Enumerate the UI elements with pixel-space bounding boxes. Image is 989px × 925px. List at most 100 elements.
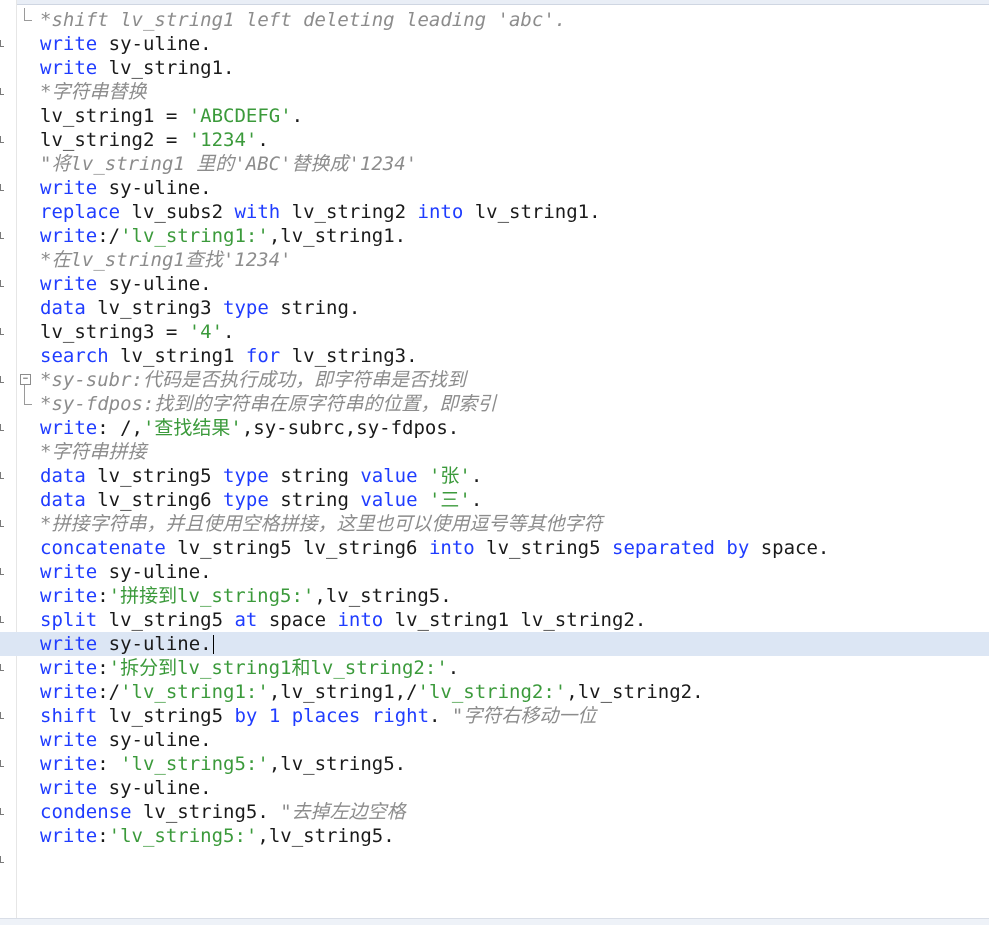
code-line[interactable]: data lv_string3 type string.: [40, 296, 989, 320]
code-line[interactable]: data lv_string5 type string value '张'.: [40, 464, 989, 488]
gutter-mark: [0, 568, 4, 575]
keyword-token: write: [40, 33, 98, 55]
keyword-token: write: [40, 825, 98, 847]
code-line[interactable]: write:/'lv_string1:',lv_string1,/'lv_str…: [40, 680, 989, 704]
keyword-token: write: [40, 777, 98, 799]
gutter-mark: [0, 760, 4, 767]
code-line[interactable]: lv_string2 = '1234'.: [40, 128, 989, 152]
code-token: lv_string6: [85, 489, 224, 511]
editor-top-border: [0, 0, 989, 5]
keyword-token: write: [40, 273, 98, 295]
comment-token: *字符串替换: [40, 81, 147, 103]
code-line[interactable]: *sy-subr:代码是否执行成功，即字符串是否找到: [40, 368, 989, 392]
keyword-token: value: [360, 465, 418, 487]
code-token: :: [97, 657, 109, 679]
code-line[interactable]: write:/'lv_string1:',lv_string1.: [40, 224, 989, 248]
string-token: 'lv_string5:': [120, 753, 269, 775]
code-token: string.: [268, 297, 361, 319]
code-line[interactable]: write: /,'查找结果',sy-subrc,sy-fdpos.: [40, 416, 989, 440]
comment-token: "去掉左边空格: [280, 801, 406, 823]
string-token: '1234': [188, 129, 258, 151]
code-line[interactable]: lv_string3 = '4'.: [40, 320, 989, 344]
code-line[interactable]: write:'拆分到lv_string1和lv_string2:'.: [40, 656, 989, 680]
code-token: string: [268, 465, 361, 487]
code-line[interactable]: search lv_string1 for lv_string3.: [40, 344, 989, 368]
keyword-token: write: [40, 561, 98, 583]
code-line[interactable]: write sy-uline.: [40, 176, 989, 200]
code-line[interactable]: data lv_string6 type string value '三'.: [40, 488, 989, 512]
fold-end-marker: [24, 20, 32, 21]
code-line[interactable]: *字符串拼接: [40, 440, 989, 464]
code-line[interactable]: write lv_string1.: [40, 56, 989, 80]
code-token: lv_string5: [97, 609, 235, 631]
code-line[interactable]: split lv_string5 at space into lv_string…: [40, 608, 989, 632]
fold-collapse-icon[interactable]: −: [20, 374, 31, 385]
code-token: :/: [97, 681, 121, 703]
code-line[interactable]: *拼接字符串，并且使用空格拼接，这里也可以使用逗号等其他字符: [40, 512, 989, 536]
gutter-mark: [0, 88, 4, 95]
editor-bottom-border: [0, 918, 989, 925]
code-token: lv_string5: [474, 537, 612, 559]
keyword-token: concatenate: [40, 537, 166, 559]
comment-token: "将lv_string1 里的'ABC'替换成'1234': [40, 153, 418, 175]
code-line[interactable]: *shift lv_string1 left deleting leading …: [40, 8, 989, 32]
code-token: .: [429, 705, 452, 727]
code-token: :/: [97, 225, 121, 247]
gutter-mark: [0, 808, 4, 815]
gutter-mark: [0, 856, 4, 863]
code-line[interactable]: concatenate lv_string5 lv_string6 into l…: [40, 536, 989, 560]
keyword-token: into: [417, 201, 464, 223]
code-line[interactable]: write sy-uline.: [40, 272, 989, 296]
code-line[interactable]: write: 'lv_string5:',lv_string5.: [40, 752, 989, 776]
code-token: lv_string1 lv_string2.: [383, 609, 647, 631]
code-line[interactable]: shift lv_string5 by 1 places right. "字符右…: [40, 704, 989, 728]
keyword-token: write: [40, 417, 98, 439]
code-token: .: [223, 321, 235, 343]
gutter-mark: [0, 328, 4, 335]
code-token: sy-uline.: [97, 177, 212, 199]
code-line[interactable]: *在lv_string1查找'1234': [40, 248, 989, 272]
string-token: 'ABCDEFG': [188, 105, 292, 127]
string-token: 'lv_string1:': [120, 681, 269, 703]
code-editor[interactable]: − *shift lv_string1 left deleting leadin…: [0, 0, 989, 925]
string-token: 'lv_string1:': [120, 225, 269, 247]
code-line[interactable]: condense lv_string5. "去掉左边空格: [40, 800, 989, 824]
keyword-token: value: [360, 489, 418, 511]
gutter-mark: [0, 424, 4, 431]
code-token: lv_string5: [85, 465, 224, 487]
code-token: lv_string5.: [131, 801, 281, 823]
keyword-token: write: [40, 681, 98, 703]
code-line[interactable]: write sy-uline.: [40, 776, 989, 800]
keyword-token: data: [40, 489, 86, 511]
code-line[interactable]: write sy-uline.: [40, 728, 989, 752]
code-line[interactable]: replace lv_subs2 with lv_string2 into lv…: [40, 200, 989, 224]
code-token: lv_string5 lv_string6: [165, 537, 429, 559]
code-line[interactable]: write sy-uline.: [40, 560, 989, 584]
code-token: lv_string1.: [97, 57, 235, 79]
keyword-token: write: [40, 657, 98, 679]
code-line[interactable]: lv_string1 = 'ABCDEFG'.: [40, 104, 989, 128]
number-token: 1: [268, 705, 281, 727]
code-line[interactable]: write:'lv_string5:',lv_string5.: [40, 824, 989, 848]
code-line[interactable]: *字符串替换: [40, 80, 989, 104]
code-token: ,lv_string5.: [257, 825, 395, 847]
code-token: lv_string1: [108, 345, 246, 367]
keyword-token: write: [40, 57, 98, 79]
code-line[interactable]: *sy-fdpos:找到的字符串在原字符串的位置，即索引: [40, 392, 989, 416]
code-line[interactable]: write sy-uline.: [40, 32, 989, 56]
keyword-token: with: [234, 201, 281, 223]
code-area[interactable]: *shift lv_string1 left deleting leading …: [0, 8, 989, 848]
code-token: lv_string1 =: [40, 105, 189, 127]
code-line[interactable]: write:'拼接到lv_string5:',lv_string5.: [40, 584, 989, 608]
keyword-token: search: [40, 345, 109, 367]
keyword-token: condense: [40, 801, 132, 823]
keyword-token: write: [40, 177, 98, 199]
keyword-token: split: [40, 609, 98, 631]
current-code-line[interactable]: write sy-uline.: [0, 632, 989, 656]
string-token: 'lv_string5:': [108, 825, 258, 847]
code-token: lv_string5: [97, 705, 235, 727]
code-line[interactable]: "将lv_string1 里的'ABC'替换成'1234': [40, 152, 989, 176]
